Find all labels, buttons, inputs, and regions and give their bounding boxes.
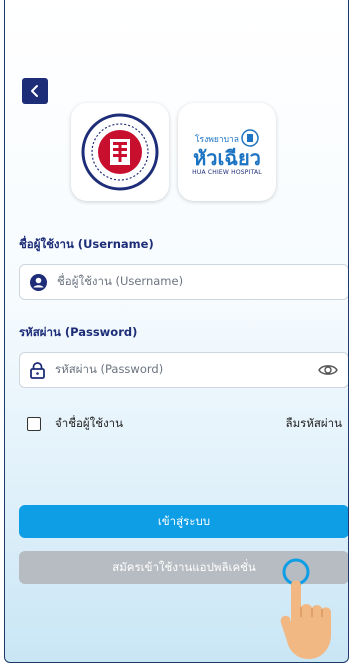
password-label: รหัสผ่าน (Password) bbox=[19, 325, 138, 339]
username-label: ชื่อผู้ใช้งาน (Username) bbox=[19, 237, 154, 251]
hospital-name-thai-small: โรงพยาบาล bbox=[194, 134, 239, 145]
user-icon bbox=[30, 273, 47, 291]
remember-me[interactable]: จำชื่อผู้ใช้งาน bbox=[27, 415, 123, 433]
password-input[interactable]: รหัสผ่าน (Password) bbox=[19, 352, 348, 388]
forgot-password-link[interactable]: ลืมรหัสผ่าน bbox=[286, 415, 342, 433]
username-placeholder: ชื่อผู้ใช้งาน (Username) bbox=[57, 274, 184, 288]
eye-icon[interactable] bbox=[318, 362, 338, 378]
lock-icon bbox=[30, 361, 45, 379]
username-input[interactable]: ชื่อผู้ใช้งาน (Username) bbox=[19, 264, 348, 300]
hospital-name-english: HUA CHIEW HOSPITAL bbox=[192, 168, 262, 176]
hospital-emblem-icon bbox=[241, 128, 259, 147]
back-button[interactable] bbox=[22, 78, 48, 104]
remember-label: จำชื่อผู้ใช้งาน bbox=[55, 416, 124, 430]
remember-checkbox[interactable] bbox=[27, 417, 41, 431]
foundation-logo bbox=[71, 103, 169, 201]
password-placeholder: รหัสผ่าน (Password) bbox=[55, 362, 164, 376]
tap-hand-icon bbox=[280, 558, 331, 659]
chevron-left-icon bbox=[31, 85, 38, 97]
foundation-seal-icon bbox=[81, 113, 159, 191]
hospital-logo: โรงพยาบาล หัวเฉียว HUA CHIEW HOSPITAL bbox=[178, 103, 276, 201]
login-button[interactable]: เข้าสู่ระบบ bbox=[19, 505, 348, 538]
app-screen: โรงพยาบาล หัวเฉียว HUA CHIEW HOSPITAL ชื… bbox=[4, 0, 349, 663]
hospital-name-thai: หัวเฉียว bbox=[193, 145, 261, 170]
